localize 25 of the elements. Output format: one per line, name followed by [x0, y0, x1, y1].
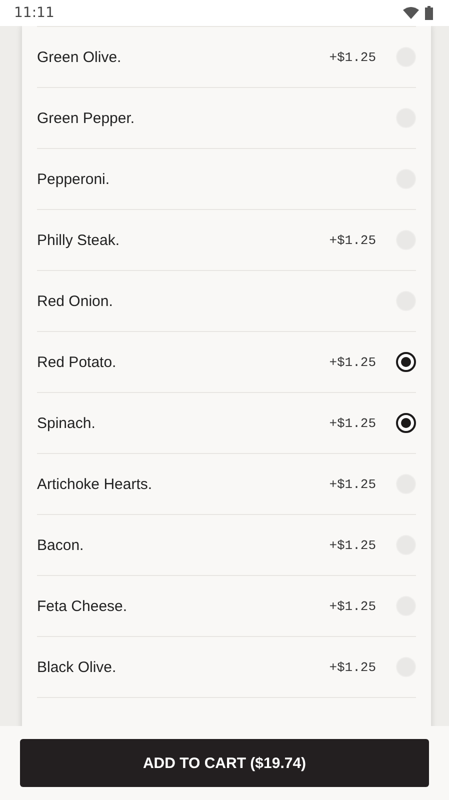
status-time: 11:11 — [14, 5, 54, 21]
option-name: Pepperoni. — [37, 170, 111, 188]
option-price: +$1.25 — [329, 598, 376, 614]
wifi-icon — [403, 7, 419, 19]
option-name: Green Pepper. — [37, 110, 136, 126]
option-price: +$1.25 — [329, 476, 376, 492]
option-name: Red Potato. — [37, 354, 118, 370]
option-name: Bacon. — [37, 536, 85, 554]
option-name: Philly Steak. — [37, 232, 121, 248]
battery-icon — [425, 6, 433, 20]
option-radio[interactable] — [396, 413, 416, 433]
option-name: Green Olive. — [37, 48, 122, 66]
option-price: +$1.25 — [329, 354, 376, 370]
add-to-cart-button[interactable]: ADD TO CART ($19.74) — [20, 739, 429, 787]
option-name: Spinach. — [37, 414, 96, 432]
option-price: +$1.25 — [329, 50, 376, 64]
option-price: +$1.25 — [329, 416, 376, 430]
option-price: +$1.25 — [329, 232, 376, 248]
option-name: Feta Cheese. — [37, 598, 128, 614]
option-price: +$1.25 — [329, 660, 376, 674]
option-name: Black Olive. — [37, 658, 118, 676]
option-name: Artichoke Hearts. — [37, 476, 154, 492]
option-radio[interactable] — [396, 352, 416, 372]
option-price: +$1.25 — [329, 538, 376, 552]
option-name: Red Onion. — [37, 292, 114, 310]
